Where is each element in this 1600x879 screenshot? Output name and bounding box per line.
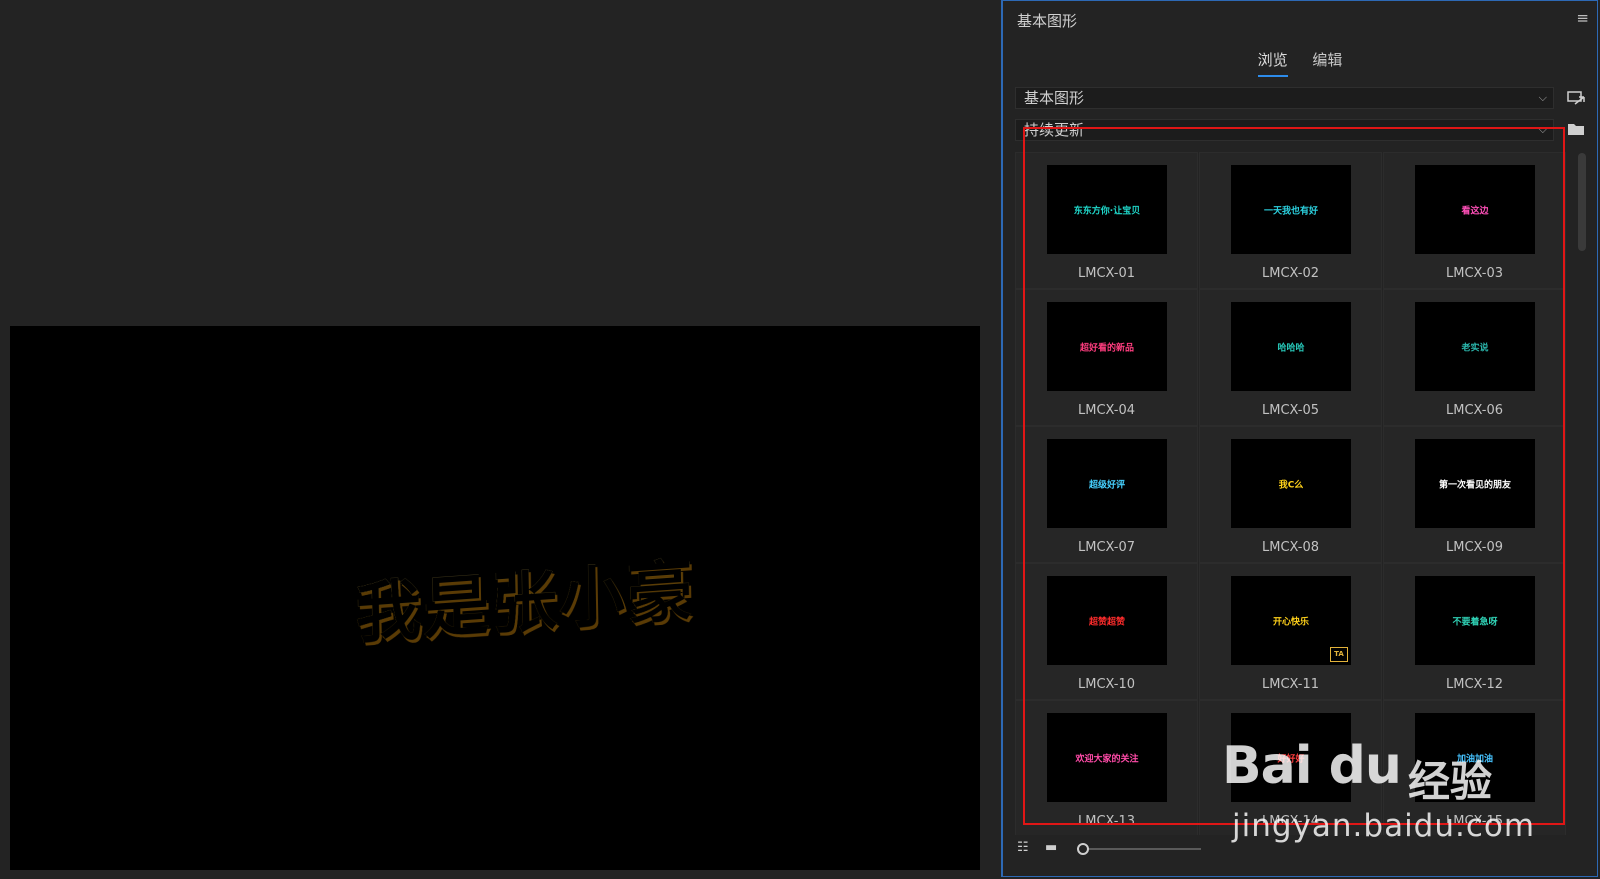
panel-footer: ☷ ▬ [1017, 837, 1237, 859]
thumbnail-art: 开心快乐 [1272, 617, 1310, 627]
thumbnail-art: 一天我也有好 [1263, 206, 1319, 216]
icon-view-icon[interactable]: ▬ [1045, 840, 1057, 855]
template-label: LMCX-02 [1261, 266, 1320, 281]
template-item[interactable]: 加油加油 LMCX-15 [1383, 700, 1566, 835]
template-item[interactable]: 好好好 LMCX-14 [1199, 700, 1382, 835]
library-dropdown-value: 基本图形 [1024, 89, 1085, 107]
video-preview[interactable]: 我是张小豪 [10, 326, 980, 870]
program-monitor: 我是张小豪 [0, 0, 990, 879]
template-thumbnail: 好好好 [1231, 713, 1351, 802]
template-label: LMCX-05 [1261, 403, 1320, 418]
thumbnail-art: 我C么 [1278, 480, 1304, 490]
thumbnail-art: 东东方你·让宝贝 [1073, 206, 1141, 216]
template-thumbnail: 东东方你·让宝贝 [1047, 165, 1167, 254]
template-thumbnail: 欢迎大家的关注 [1047, 713, 1167, 802]
list-view-icon[interactable]: ☷ [1017, 840, 1029, 855]
template-label: LMCX-14 [1261, 814, 1320, 829]
thumbnail-art: 看这边 [1461, 206, 1489, 216]
folder-dropdown[interactable]: 持续更新 ⌵ [1015, 119, 1554, 141]
template-thumbnail: 超级好评 [1047, 439, 1167, 528]
template-label: LMCX-11 [1261, 677, 1320, 692]
template-thumbnail: 超赞超赞 [1047, 576, 1167, 665]
tab-edit[interactable]: 编辑 [1312, 49, 1342, 75]
folder-icon[interactable] [1567, 121, 1585, 135]
template-item[interactable]: 看这边 LMCX-03 [1383, 152, 1566, 289]
template-label: LMCX-03 [1445, 266, 1504, 281]
template-label: LMCX-01 [1077, 266, 1136, 281]
thumbnail-art: 哈哈哈 [1277, 343, 1305, 353]
template-label: LMCX-09 [1445, 540, 1504, 555]
zoom-slider-track[interactable] [1081, 848, 1201, 850]
template-thumbnail: 超好看的新品 [1047, 302, 1167, 391]
grid-scrollbar[interactable] [1578, 153, 1586, 251]
template-item[interactable]: 一天我也有好 LMCX-02 [1199, 152, 1382, 289]
thumbnail-art: 超好看的新品 [1079, 343, 1135, 353]
template-thumbnail: 不要着急呀 [1415, 576, 1535, 665]
preview-title-text: 我是张小豪 [320, 535, 731, 660]
thumbnail-art: 第一次看见的朋友 [1438, 480, 1512, 490]
template-grid: 东东方你·让宝贝 LMCX-01 一天我也有好 LMCX-02 看这边 LMCX-03 超好… [1015, 152, 1571, 835]
template-item[interactable]: 开心快乐 TA LMCX-11 [1199, 563, 1382, 700]
template-thumbnail: 开心快乐 TA [1231, 576, 1351, 665]
essential-graphics-panel: 基本图形 ≡ 浏览 编辑 基本图形 ⌵ 持续更新 ⌵ 东东方你·让宝贝 LMCX-… [1001, 0, 1598, 877]
thumbnail-art: 好好好 [1277, 754, 1305, 764]
library-dropdown[interactable]: 基本图形 ⌵ [1015, 87, 1554, 109]
template-item[interactable]: 老实说 LMCX-06 [1383, 289, 1566, 426]
panel-title: 基本图形 [1017, 12, 1078, 30]
template-label: LMCX-07 [1077, 540, 1136, 555]
template-label: LMCX-10 [1077, 677, 1136, 692]
tab-browse[interactable]: 浏览 [1257, 49, 1288, 77]
template-item[interactable]: 第一次看见的朋友 LMCX-09 [1383, 426, 1566, 563]
template-item[interactable]: 我C么 LMCX-08 [1199, 426, 1382, 563]
warning-badge-icon: TA [1330, 647, 1348, 662]
import-icon[interactable] [1567, 90, 1585, 105]
template-thumbnail: 哈哈哈 [1231, 302, 1351, 391]
template-thumbnail: 老实说 [1415, 302, 1535, 391]
template-item[interactable]: 不要着急呀 LMCX-12 [1383, 563, 1566, 700]
template-thumbnail: 我C么 [1231, 439, 1351, 528]
template-label: LMCX-12 [1445, 677, 1504, 692]
template-item[interactable]: 哈哈哈 LMCX-05 [1199, 289, 1382, 426]
folder-dropdown-value: 持续更新 [1024, 121, 1085, 139]
panel-menu-icon[interactable]: ≡ [1576, 9, 1589, 27]
template-item[interactable]: 超赞超赞 LMCX-10 [1015, 563, 1198, 700]
template-item[interactable]: 东东方你·让宝贝 LMCX-01 [1015, 152, 1198, 289]
thumbnail-art: 超赞超赞 [1088, 617, 1126, 627]
thumbnail-art: 不要着急呀 [1452, 617, 1498, 627]
chevron-down-icon: ⌵ [1538, 123, 1547, 136]
thumbnail-art: 加油加油 [1456, 754, 1494, 764]
template-label: LMCX-06 [1445, 403, 1504, 418]
thumbnail-art: 欢迎大家的关注 [1075, 754, 1139, 764]
template-item[interactable]: 欢迎大家的关注 LMCX-13 [1015, 700, 1198, 835]
template-thumbnail: 第一次看见的朋友 [1415, 439, 1535, 528]
template-thumbnail: 一天我也有好 [1231, 165, 1351, 254]
thumbnail-art: 超级好评 [1088, 480, 1126, 490]
template-item[interactable]: 超级好评 LMCX-07 [1015, 426, 1198, 563]
template-label: LMCX-08 [1261, 540, 1320, 555]
template-thumbnail: 看这边 [1415, 165, 1535, 254]
template-item[interactable]: 超好看的新品 LMCX-04 [1015, 289, 1198, 426]
template-label: LMCX-04 [1077, 403, 1136, 418]
template-label: LMCX-15 [1445, 814, 1504, 829]
template-label: LMCX-13 [1077, 814, 1136, 829]
template-thumbnail: 加油加油 [1415, 713, 1535, 802]
zoom-slider-handle[interactable] [1077, 843, 1089, 855]
thumbnail-art: 老实说 [1461, 343, 1489, 353]
chevron-down-icon: ⌵ [1538, 91, 1547, 104]
panel-tabs: 浏览 编辑 [1003, 49, 1597, 77]
